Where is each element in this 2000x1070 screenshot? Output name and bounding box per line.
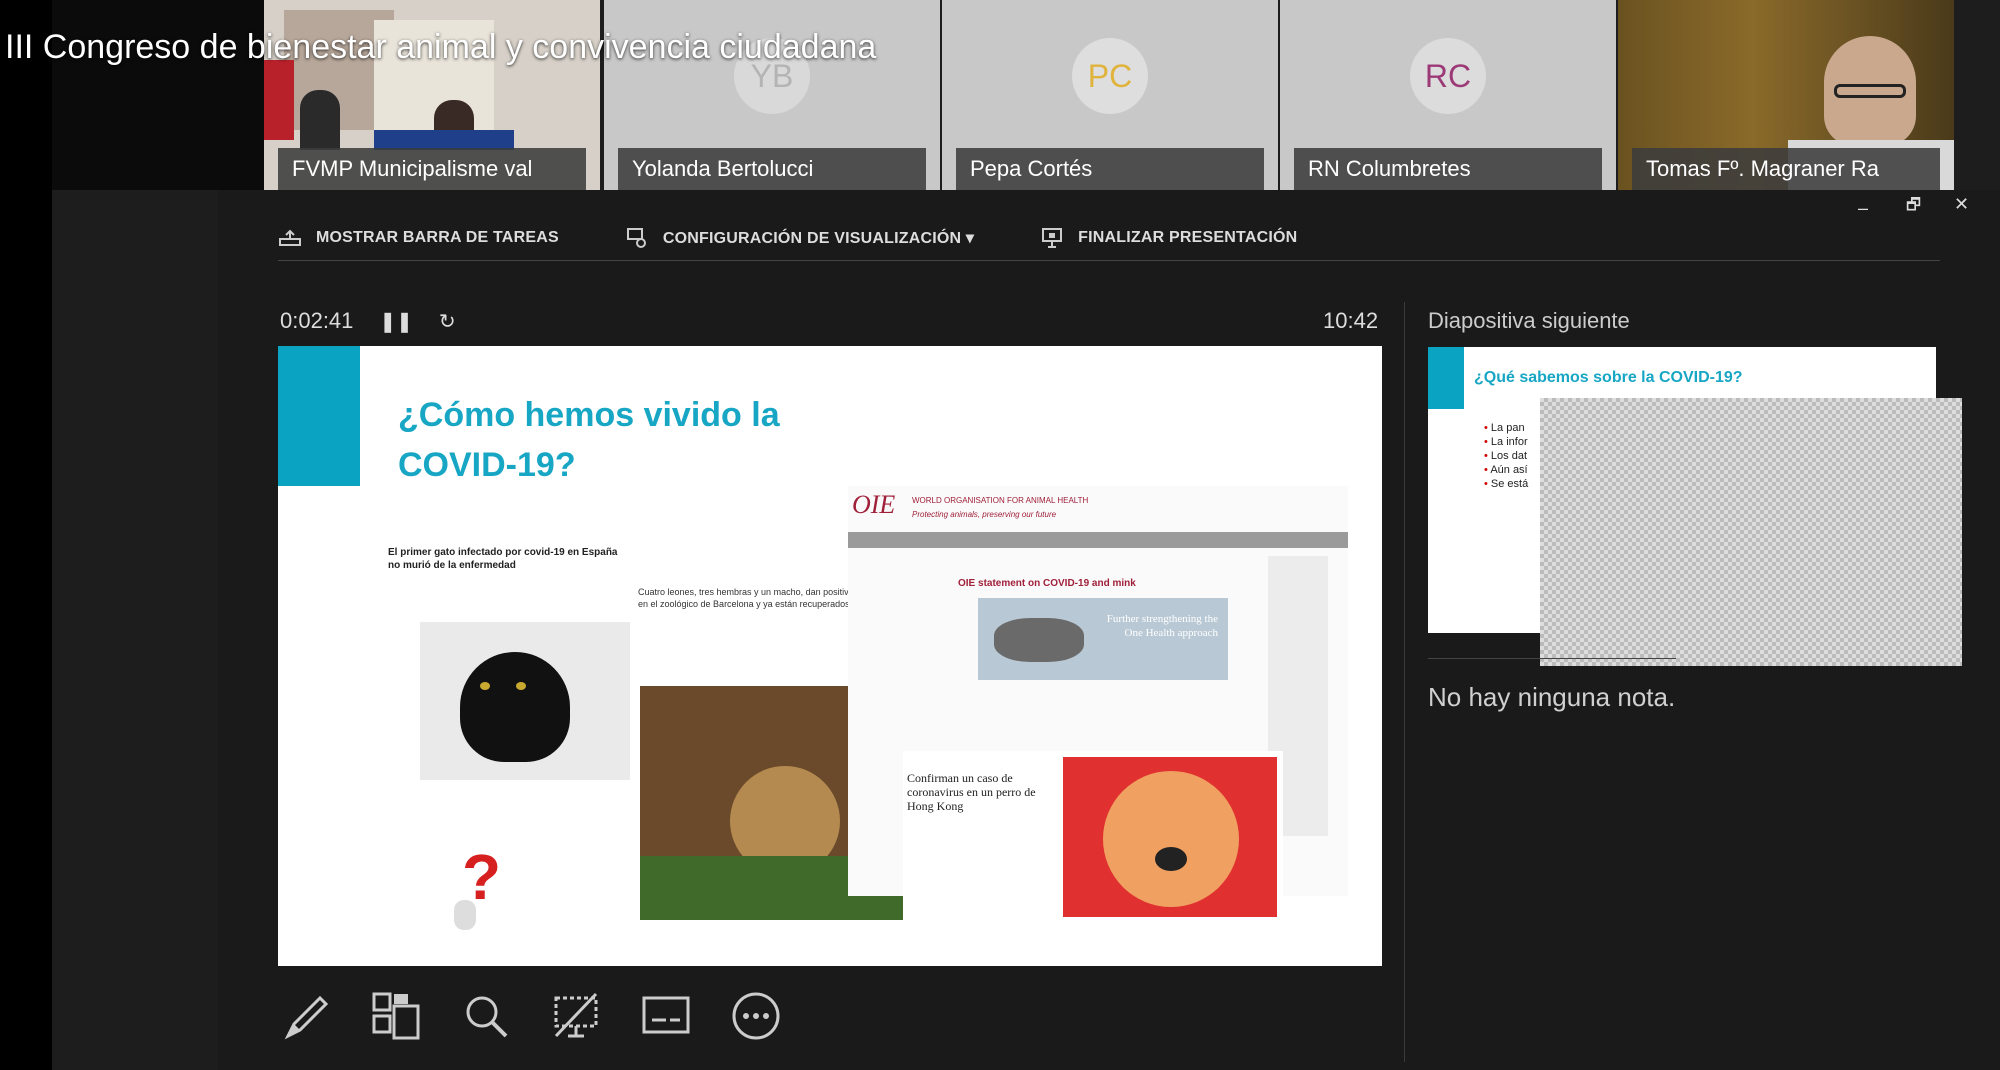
- slide-title-line1: ¿Cómo hemos vivido la: [398, 396, 780, 434]
- display-settings-button[interactable]: CONFIGURACIÓN DE VISUALIZACIÓN ▾: [625, 227, 974, 249]
- see-all-slides-icon[interactable]: [368, 988, 424, 1044]
- participant-tile-pepa[interactable]: PC Pepa Cortés: [942, 0, 1278, 190]
- next-slide-bullets: La pan La infor Los dat Aún así Se está: [1484, 421, 1528, 491]
- next-slide-title: ¿Qué sabemos sobre la COVID-19?: [1474, 369, 1743, 386]
- video-frame: III Congreso de bienestar animal y convi…: [0, 0, 2000, 1070]
- next-slide-label: Diapositiva siguiente: [1428, 308, 1630, 333]
- end-presentation-button[interactable]: FINALIZAR PRESENTACIÓN: [1040, 227, 1297, 249]
- bullet: Los dat: [1484, 449, 1528, 463]
- oie-statement: OIE statement on COVID-19 and mink: [958, 578, 1136, 589]
- notes-divider: [1428, 658, 1676, 659]
- current-time: 10:42: [1323, 308, 1379, 333]
- oie-org-name: WORLD ORGANISATION FOR ANIMAL HEALTH: [912, 496, 1089, 505]
- zoom-icon[interactable]: [458, 988, 514, 1044]
- presenter-view: – 🗗 ✕ MOSTRAR BARRA DE TAREAS CONFIGURAC…: [218, 190, 2000, 1070]
- display-settings-icon: [625, 227, 649, 249]
- black-screen-icon[interactable]: [548, 988, 604, 1044]
- participant-name: Yolanda Bertolucci: [618, 148, 926, 190]
- participant-name: Tomas Fº. Magraner Ra: [1632, 148, 1940, 190]
- participant-name: FVMP Municipalisme val: [278, 148, 586, 190]
- participant-name: RN Columbretes: [1294, 148, 1602, 190]
- thumb-accent-bar: [1428, 347, 1464, 409]
- speaker-notes: No hay ninguna nota.: [1428, 682, 1676, 712]
- show-taskbar-label: MOSTRAR BARRA DE TAREAS: [316, 229, 559, 246]
- presenter-tools: [278, 988, 818, 1044]
- reset-timer-icon[interactable]: ↻: [439, 309, 456, 334]
- restore-button[interactable]: 🗗: [1906, 194, 1921, 221]
- end-presentation-label: FINALIZAR PRESENTACIÓN: [1078, 229, 1298, 246]
- show-taskbar-button[interactable]: MOSTRAR BARRA DE TAREAS: [278, 227, 559, 249]
- toolbar-divider: [278, 260, 1940, 261]
- oie-tagline: Protecting animals, preserving our futur…: [912, 510, 1057, 519]
- avatar: PC: [1072, 38, 1148, 114]
- oie-banner-text: Further strengthening the One Health app…: [1106, 613, 1218, 639]
- end-presentation-icon: [1040, 227, 1064, 249]
- cat-headline: El primer gato infectado por covid-19 en…: [388, 547, 618, 571]
- cat-photo: [420, 622, 630, 780]
- minimize-button[interactable]: –: [1858, 198, 1868, 219]
- pause-icon[interactable]: ❚❚: [379, 309, 413, 334]
- bullet: Aún así: [1484, 463, 1528, 477]
- close-button[interactable]: ✕: [1954, 194, 1969, 215]
- pen-tool-icon[interactable]: [278, 988, 334, 1044]
- bullet: La infor: [1484, 435, 1528, 449]
- participant-name: Pepa Cortés: [956, 148, 1264, 190]
- display-settings-label: CONFIGURACIÓN DE VISUALIZACIÓN ▾: [662, 230, 975, 247]
- participant-tile-tomas[interactable]: Tomas Fº. Magraner Ra: [1618, 0, 1954, 190]
- avatar: RC: [1410, 38, 1486, 114]
- pane-divider: [1404, 302, 1405, 1062]
- presentation-timer: 0:02:41 ❚❚ ↻: [280, 308, 456, 334]
- elapsed-time: 0:02:41: [280, 308, 354, 333]
- presenter-toolbar: MOSTRAR BARRA DE TAREAS CONFIGURACIÓN DE…: [278, 218, 1363, 258]
- oie-logo: OIE: [852, 490, 896, 519]
- participant-tile-rn[interactable]: RC RN Columbretes: [1280, 0, 1616, 190]
- slide-title: ¿Cómo hemos vivido la COVID-19?: [398, 390, 958, 490]
- letterbox-left: [0, 0, 52, 1070]
- oie-banner: Further strengthening the One Health app…: [978, 598, 1228, 680]
- current-slide: ¿Cómo hemos vivido la COVID-19? El prime…: [278, 346, 1382, 966]
- dog-headline: Confirman un caso de coronavirus en un p…: [907, 771, 1036, 813]
- dog-photo: [1063, 757, 1277, 917]
- slide-title-line2: COVID-19?: [398, 446, 576, 484]
- video-title: III Congreso de bienestar animal y convi…: [5, 28, 877, 66]
- bullet: La pan: [1484, 421, 1528, 435]
- subtitles-icon[interactable]: [638, 988, 694, 1044]
- obscured-region: [1540, 398, 1962, 666]
- question-figure: ?: [448, 841, 518, 936]
- bullet: Se está: [1484, 477, 1528, 491]
- taskbar-icon: [278, 227, 302, 249]
- dog-article: Confirman un caso de coronavirus en un p…: [903, 751, 1283, 951]
- oie-nav: [848, 532, 1348, 548]
- cat-article: El primer gato infectado por covid-19 en…: [388, 546, 638, 946]
- slide-accent-bar: [278, 346, 360, 486]
- more-options-icon[interactable]: [728, 988, 784, 1044]
